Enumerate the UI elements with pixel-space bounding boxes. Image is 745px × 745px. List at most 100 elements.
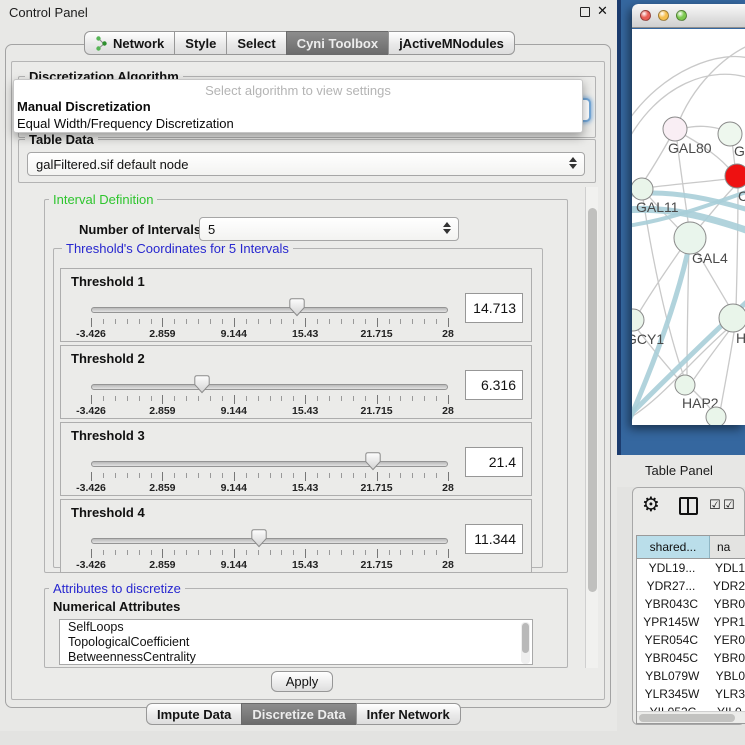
threshold-value-field[interactable]: 6.316 [465, 370, 523, 400]
threshold-label: Threshold 4 [71, 505, 145, 520]
screenshot-root: Control Panel ✕ NetworkStyleSelectCyni T… [0, 0, 745, 745]
slider-tick [174, 319, 175, 324]
slider-track[interactable] [91, 538, 448, 544]
threshold-value-field[interactable]: 11.344 [465, 524, 523, 554]
tick-label: -3.426 [61, 328, 121, 340]
threshold-value-field[interactable]: 21.4 [465, 447, 523, 477]
tick-label: 15.43 [275, 559, 335, 571]
mac-zoom-icon[interactable] [676, 10, 687, 21]
network-node-node-bottom[interactable] [706, 407, 726, 425]
slider-tick [246, 319, 247, 324]
slider-tick [270, 550, 271, 555]
checkbox-icon[interactable]: ☑ [723, 497, 735, 513]
close-icon[interactable]: ✕ [597, 3, 608, 19]
network-node-GAL80[interactable] [663, 117, 687, 141]
tick-label: 28 [418, 559, 478, 571]
scrollbar-thumb[interactable] [588, 208, 597, 592]
slider-tick [162, 318, 163, 327]
slider-handle[interactable] [251, 529, 267, 548]
mac-minimize-icon[interactable] [658, 10, 669, 21]
tab-select[interactable]: Select [226, 31, 286, 55]
apply-button[interactable]: Apply [271, 671, 333, 692]
tab-network[interactable]: Network [84, 31, 175, 55]
right-region: GAL80GACGAL11GAL4GCY1HHAP2 Table Panel ⚙… [617, 0, 745, 745]
tab-jactivemnodules[interactable]: jActiveMNodules [388, 31, 515, 55]
table-row[interactable]: YBR045CYBR0 [637, 649, 745, 667]
network-canvas[interactable]: GAL80GACGAL11GAL4GCY1HHAP2 [632, 29, 745, 425]
table-panel-window: ⚙ ☑ ☑ shared... na YDL19...YDL1YDR27...Y… [632, 487, 745, 725]
network-node-red-node[interactable] [725, 164, 745, 188]
slider-handle[interactable] [194, 375, 210, 394]
panel-scrollbar[interactable] [585, 187, 598, 668]
slider-tick [448, 318, 449, 327]
table-row[interactable]: YDL19...YDL1 [637, 559, 745, 577]
table-row[interactable]: YBR043CYBR0 [637, 595, 745, 613]
group-title: Interval Definition [49, 192, 157, 207]
slider-tick [246, 396, 247, 401]
table-row[interactable]: YER054CYER0 [637, 631, 745, 649]
list-scrollbar[interactable] [521, 622, 530, 664]
threshold-value-field[interactable]: 14.713 [465, 293, 523, 323]
number-of-intervals-combobox[interactable]: 5 [199, 217, 459, 241]
slider-tick [270, 319, 271, 324]
mac-close-icon[interactable] [640, 10, 651, 21]
tick-label: 2.859 [132, 405, 192, 417]
table-row[interactable]: YBL079WYBL0 [637, 667, 745, 685]
network-node-HAP2[interactable] [675, 375, 695, 395]
threshold-label: Threshold 1 [71, 274, 145, 289]
tab-cyni-toolbox[interactable]: Cyni Toolbox [286, 31, 389, 55]
slider-track[interactable] [91, 384, 448, 390]
slider-track[interactable] [91, 461, 448, 467]
gear-icon[interactable]: ⚙ [642, 492, 660, 517]
slider-tick [151, 396, 152, 401]
tab-label: Impute Data [157, 707, 231, 722]
slider-tick [127, 550, 128, 555]
network-node-GAL11[interactable] [632, 178, 653, 200]
slider-handle[interactable] [289, 298, 305, 317]
checkbox-icon[interactable]: ☑ [709, 497, 721, 513]
slider-tick [210, 550, 211, 555]
dropdown-option-equal-width-frequency[interactable]: Equal Width/Frequency Discretization [17, 115, 579, 132]
slider-tick [329, 473, 330, 478]
tab-style[interactable]: Style [174, 31, 227, 55]
tab-infer-network[interactable]: Infer Network [356, 703, 461, 725]
slider-tick [174, 396, 175, 401]
slider-tick [400, 319, 401, 324]
slider-tick [258, 319, 259, 324]
cell-name: YBR0 [707, 595, 745, 613]
slider-tick [210, 396, 211, 401]
table-data-combobox[interactable]: galFiltered.sif default node [27, 152, 585, 176]
tab-impute-data[interactable]: Impute Data [146, 703, 242, 725]
slider-tick [174, 473, 175, 478]
table-row[interactable]: YPR145WYPR1 [637, 613, 745, 631]
slider-tick [281, 396, 282, 401]
slider-tick [139, 396, 140, 401]
table-row[interactable]: YDR27...YDR2 [637, 577, 745, 595]
scrollbar-thumb[interactable] [639, 714, 735, 722]
slider-tick [424, 396, 425, 401]
tab-discretize-data[interactable]: Discretize Data [241, 703, 356, 725]
table-row[interactable]: YLR345WYLR3 [637, 685, 745, 703]
network-node-GCY1[interactable] [632, 309, 644, 331]
network-node-H-node[interactable] [719, 304, 745, 332]
float-window-icon[interactable] [580, 7, 590, 17]
cell-shared-name: YDR27... [637, 577, 706, 595]
column-header-shared-name[interactable]: shared... [637, 536, 710, 558]
slider-tick [139, 473, 140, 478]
column-header-name[interactable]: na [710, 536, 745, 558]
slider-handle[interactable] [365, 452, 381, 471]
attribute-list-item[interactable]: BetweennessCentrality [60, 650, 532, 665]
cell-name: YER0 [707, 631, 745, 649]
numerical-attributes-list[interactable]: SelfLoopsTopologicalCoefficientBetweenne… [59, 619, 533, 665]
attribute-list-item[interactable]: SelfLoops [60, 620, 532, 635]
tick-label: -3.426 [61, 559, 121, 571]
slider-track[interactable] [91, 307, 448, 313]
threshold-label: Threshold 2 [71, 351, 145, 366]
table-horizontal-scrollbar[interactable] [637, 711, 745, 723]
numerical-attributes-label: Numerical Attributes [53, 599, 180, 614]
split-columns-icon[interactable] [679, 497, 698, 515]
slider-tick [448, 549, 449, 558]
dropdown-option-manual-discretization[interactable]: Manual Discretization [17, 98, 579, 115]
attribute-list-item[interactable]: TopologicalCoefficient [60, 635, 532, 650]
panel-title: Control Panel [9, 5, 88, 20]
